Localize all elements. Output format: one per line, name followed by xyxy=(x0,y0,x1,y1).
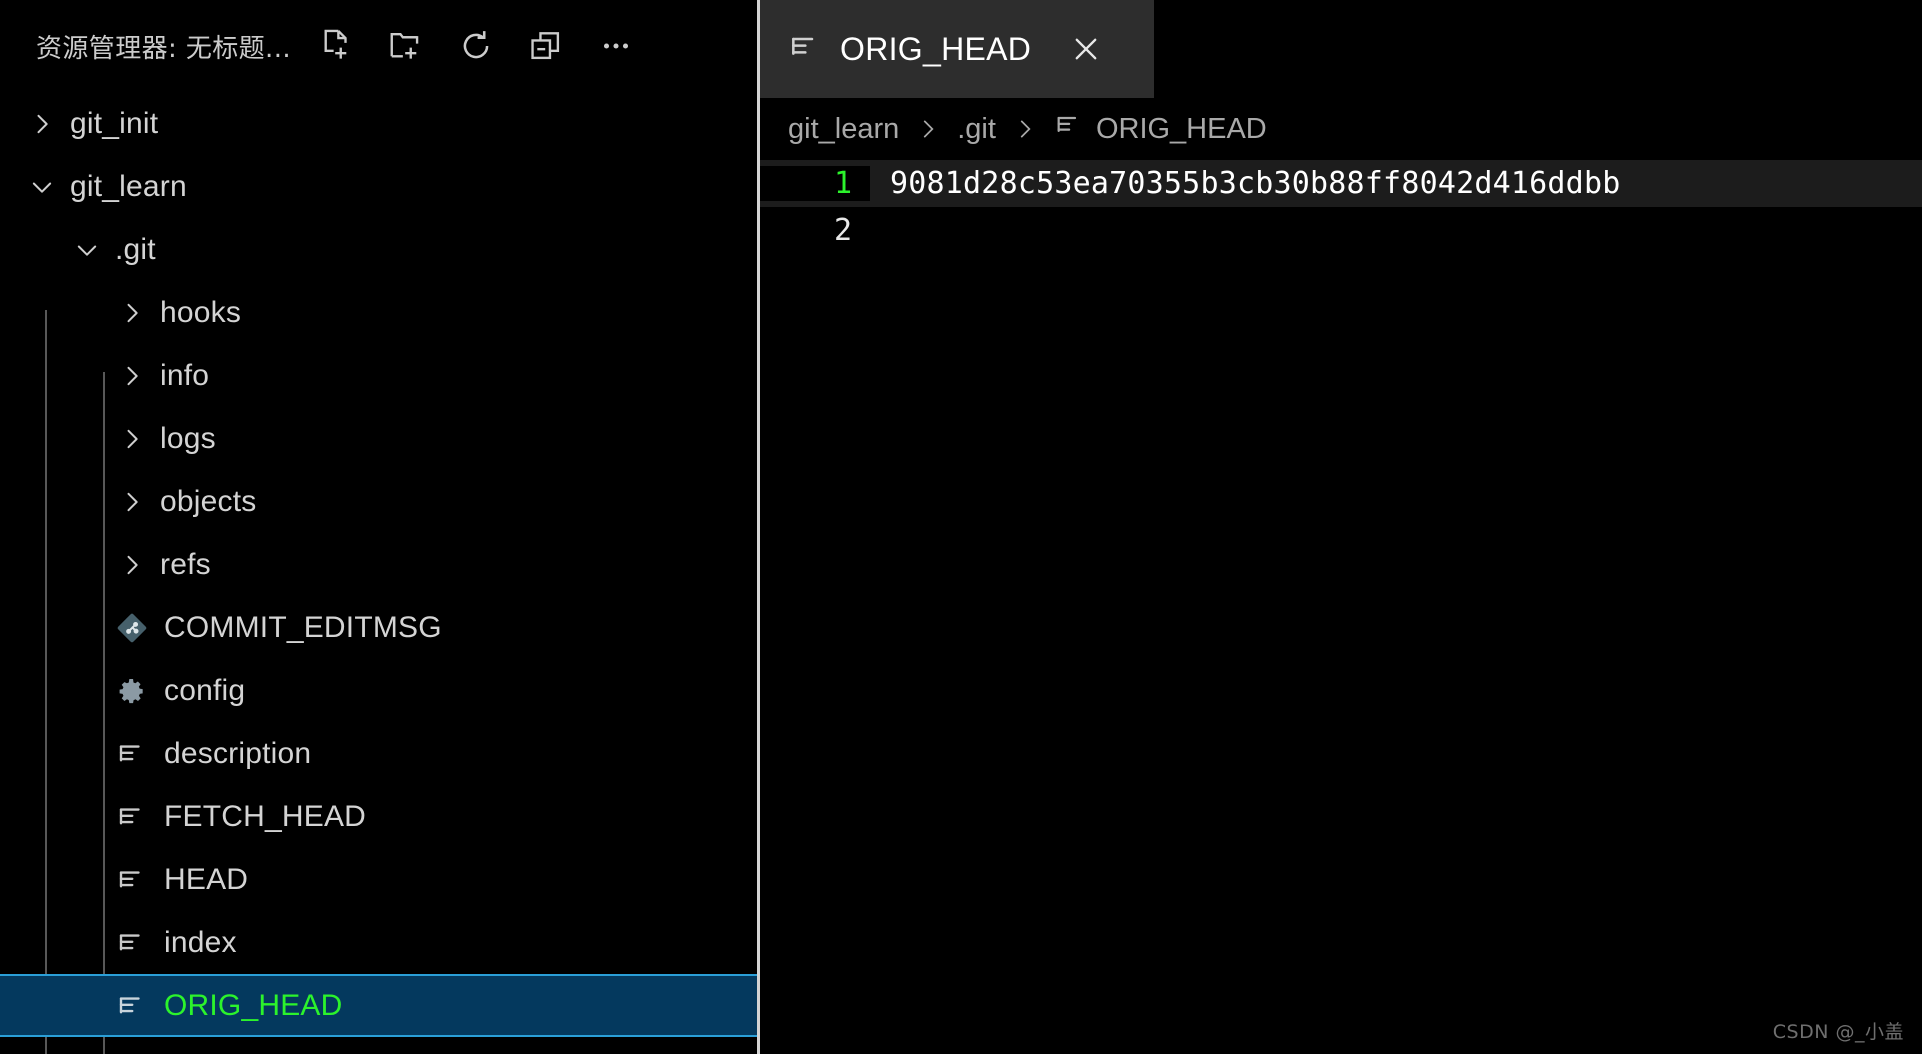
tree-item-label: refs xyxy=(160,547,211,581)
breadcrumb-label: .git xyxy=(957,112,996,145)
tree-item-index[interactable]: index xyxy=(0,911,757,974)
chevron-right-icon[interactable] xyxy=(112,470,152,533)
breadcrumb-item-orig-head[interactable]: ORIG_HEAD xyxy=(1054,111,1267,147)
text-file-icon xyxy=(112,848,156,911)
tree-item-label: HEAD xyxy=(164,862,249,896)
tree-item-head[interactable]: HEAD xyxy=(0,848,757,911)
breadcrumb-label: git_learn xyxy=(788,112,900,145)
code-line[interactable]: 1 9081d28c53ea70355b3cb30b88ff8042d416ddb… xyxy=(760,160,1922,207)
tree-item-description[interactable]: description xyxy=(0,722,757,785)
tree-item-label: git_learn xyxy=(70,169,187,203)
file-tree: git_init git_learn .git hooks info logs object… xyxy=(0,92,757,1054)
chevron-right-icon[interactable] xyxy=(112,407,152,470)
code-line-text: 9081d28c53ea70355b3cb30b88ff8042d416ddbb xyxy=(870,160,1922,207)
refresh-icon[interactable] xyxy=(455,25,497,67)
editor-tab-bar: ORIG_HEAD xyxy=(760,0,1922,98)
tree-item-config[interactable]: config xyxy=(0,659,757,722)
vscode-window: 资源管理器: 无标题... git_init git_learn .git ho… xyxy=(0,0,1922,1054)
tree-item-label: index xyxy=(164,925,237,959)
editor-area: ORIG_HEAD git_learn .git ORIG_HEAD 1 908… xyxy=(760,0,1922,1054)
text-file-icon xyxy=(788,31,820,68)
tree-item-label: objects xyxy=(160,484,257,518)
chevron-down-icon[interactable] xyxy=(67,218,107,281)
close-icon[interactable] xyxy=(1065,28,1107,70)
explorer-actions xyxy=(315,25,637,67)
tree-item-logs[interactable]: logs xyxy=(0,407,757,470)
breadcrumb: git_learn .git ORIG_HEAD xyxy=(760,98,1922,160)
tab-orig-head[interactable]: ORIG_HEAD xyxy=(760,0,1154,98)
explorer-sidebar: 资源管理器: 无标题... git_init git_learn .git ho… xyxy=(0,0,760,1054)
code-line-text xyxy=(870,207,1922,254)
breadcrumb-item-git[interactable]: .git xyxy=(957,113,996,146)
tree-item-label: FETCH_HEAD xyxy=(164,799,367,833)
chevron-right-icon[interactable] xyxy=(112,533,152,596)
tree-item-label: info xyxy=(160,358,210,392)
tree-item-fetch-head[interactable]: FETCH_HEAD xyxy=(0,785,757,848)
text-file-icon xyxy=(1054,111,1082,147)
tree-item-label: config xyxy=(164,673,246,707)
tree-item-label: .git xyxy=(115,232,156,266)
breadcrumb-label: ORIG_HEAD xyxy=(1095,112,1267,145)
chevron-right-icon[interactable] xyxy=(112,281,152,344)
tree-item-git[interactable]: .git xyxy=(0,218,757,281)
tree-item-label: hooks xyxy=(160,295,242,329)
text-file-icon xyxy=(112,785,156,848)
tree-item-hooks[interactable]: hooks xyxy=(0,281,757,344)
chevron-right-icon xyxy=(1012,116,1038,142)
gear-icon xyxy=(112,659,156,722)
chevron-right-icon xyxy=(915,116,941,142)
tab-label: ORIG_HEAD xyxy=(840,30,1032,67)
code-editor[interactable]: 1 9081d28c53ea70355b3cb30b88ff8042d416ddb… xyxy=(760,160,1922,1054)
chevron-right-icon[interactable] xyxy=(22,92,62,155)
collapse-all-icon[interactable] xyxy=(525,25,567,67)
tree-item-label: git_init xyxy=(70,106,159,140)
text-file-icon xyxy=(112,911,156,974)
tree-item-label: ORIG_HEAD xyxy=(164,988,343,1022)
tree-item-label: COMMIT_EDITMSG xyxy=(164,610,442,644)
breadcrumb-item-git-learn[interactable]: git_learn xyxy=(788,113,899,146)
tree-item-refs[interactable]: refs xyxy=(0,533,757,596)
tree-item-objects[interactable]: objects xyxy=(0,470,757,533)
explorer-header: 资源管理器: 无标题... xyxy=(0,0,757,92)
tree-item-git-learn[interactable]: git_learn xyxy=(0,155,757,218)
chevron-down-icon[interactable] xyxy=(22,155,62,218)
watermark: CSDN @_小盖 xyxy=(1772,1021,1904,1043)
new-folder-icon[interactable] xyxy=(385,25,427,67)
new-file-icon[interactable] xyxy=(315,25,357,67)
explorer-title: 资源管理器: 无标题... xyxy=(36,33,292,64)
text-file-icon xyxy=(112,722,156,785)
git-file-icon xyxy=(112,596,156,659)
chevron-right-icon[interactable] xyxy=(112,344,152,407)
line-number: 2 xyxy=(760,213,870,248)
tree-item-git-init[interactable]: git_init xyxy=(0,92,757,155)
more-actions-icon[interactable] xyxy=(595,25,637,67)
code-line[interactable]: 2 xyxy=(760,207,1922,254)
tree-item-orig-head[interactable]: ORIG_HEAD xyxy=(0,974,757,1037)
tree-item-label: description xyxy=(164,736,312,770)
tree-item-label: logs xyxy=(160,421,216,455)
tree-item-info[interactable]: info xyxy=(0,344,757,407)
line-number: 1 xyxy=(760,166,870,201)
text-file-icon xyxy=(112,974,156,1037)
tree-item-commit-editmsg[interactable]: COMMIT_EDITMSG xyxy=(0,596,757,659)
